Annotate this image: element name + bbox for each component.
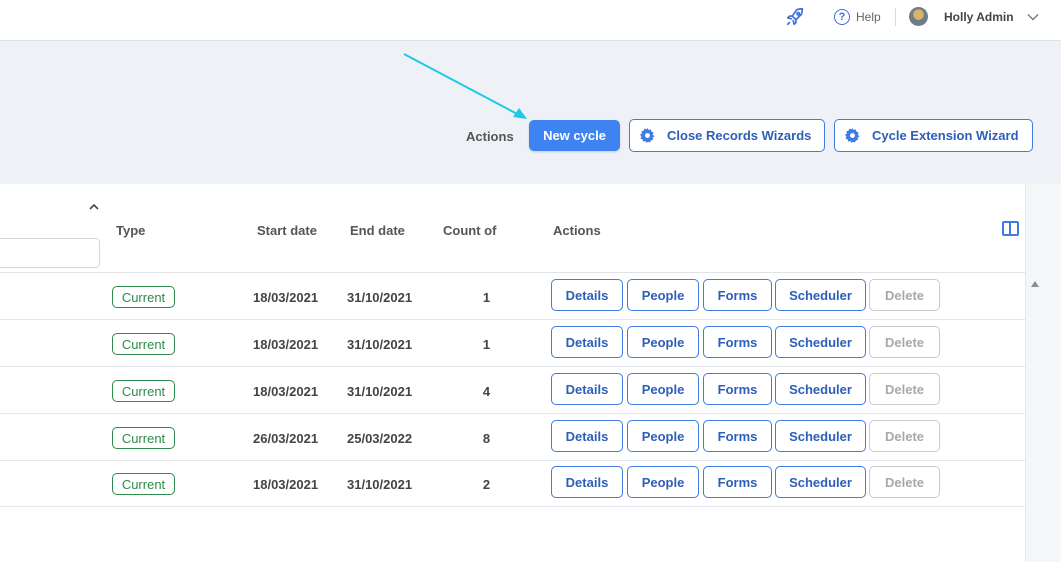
start-date-cell: 18/03/2021 bbox=[253, 384, 319, 399]
annotation-arrow bbox=[403, 53, 527, 119]
rocket-icon[interactable] bbox=[784, 6, 806, 28]
header-end-date[interactable]: End date bbox=[350, 223, 405, 238]
start-date-cell: 18/03/2021 bbox=[253, 337, 319, 352]
user-name[interactable]: Holly Admin bbox=[944, 10, 1014, 24]
actions-label: Actions bbox=[466, 129, 514, 144]
chevron-down-icon[interactable] bbox=[1026, 10, 1040, 24]
scheduler-button[interactable]: Scheduler bbox=[775, 466, 866, 498]
people-button[interactable]: People bbox=[627, 326, 699, 358]
scheduler-button[interactable]: Scheduler bbox=[775, 279, 866, 311]
header-actions: Actions bbox=[553, 223, 601, 238]
top-bar: ? Help Holly Admin bbox=[0, 0, 1061, 41]
count-cell: 1 bbox=[482, 337, 491, 352]
gear-icon bbox=[640, 128, 655, 143]
details-button[interactable]: Details bbox=[551, 326, 623, 358]
end-date-cell: 25/03/2022 bbox=[347, 431, 413, 446]
scroll-up-arrow-icon[interactable] bbox=[1031, 281, 1039, 287]
end-date-cell: 31/10/2021 bbox=[347, 337, 413, 352]
start-date-cell: 18/03/2021 bbox=[253, 290, 319, 305]
details-button[interactable]: Details bbox=[551, 279, 623, 311]
scrollbar[interactable] bbox=[1025, 184, 1061, 562]
help-link[interactable]: ? Help bbox=[834, 8, 881, 26]
forms-button[interactable]: Forms bbox=[703, 326, 772, 358]
delete-button[interactable]: Delete bbox=[869, 466, 940, 498]
table-row: Current 18/03/2021 31/10/2021 1 Details … bbox=[0, 273, 1025, 320]
avatar[interactable] bbox=[909, 7, 928, 26]
status-badge: Current bbox=[112, 427, 175, 449]
delete-button[interactable]: Delete bbox=[869, 373, 940, 405]
details-button[interactable]: Details bbox=[551, 373, 623, 405]
sort-caret-up-icon[interactable] bbox=[88, 202, 100, 212]
forms-button[interactable]: Forms bbox=[703, 420, 772, 452]
table-row: Current 18/03/2021 31/10/2021 4 Details … bbox=[0, 367, 1025, 414]
count-cell: 4 bbox=[482, 384, 491, 399]
column-toggle-icon[interactable] bbox=[1002, 221, 1019, 236]
forms-button[interactable]: Forms bbox=[703, 279, 772, 311]
close-records-wizards-button[interactable]: Close Records Wizards bbox=[629, 119, 825, 152]
people-button[interactable]: People bbox=[627, 279, 699, 311]
people-button[interactable]: People bbox=[627, 420, 699, 452]
cycle-extension-wizard-button[interactable]: Cycle Extension Wizard bbox=[834, 119, 1033, 152]
scheduler-button[interactable]: Scheduler bbox=[775, 326, 866, 358]
forms-button[interactable]: Forms bbox=[703, 373, 772, 405]
table-row: Current 18/03/2021 31/10/2021 2 Details … bbox=[0, 460, 1025, 507]
start-date-cell: 18/03/2021 bbox=[253, 477, 319, 492]
start-date-cell: 26/03/2021 bbox=[253, 431, 319, 446]
delete-button[interactable]: Delete bbox=[869, 326, 940, 358]
divider bbox=[895, 8, 896, 26]
people-button[interactable]: People bbox=[627, 373, 699, 405]
count-cell: 2 bbox=[482, 477, 491, 492]
delete-button[interactable]: Delete bbox=[869, 279, 940, 311]
header-start-date[interactable]: Start date bbox=[257, 223, 317, 238]
new-cycle-button[interactable]: New cycle bbox=[529, 120, 620, 151]
header-count-of[interactable]: Count of bbox=[443, 223, 496, 238]
people-button[interactable]: People bbox=[627, 466, 699, 498]
status-badge: Current bbox=[112, 473, 175, 495]
end-date-cell: 31/10/2021 bbox=[347, 477, 413, 492]
status-badge: Current bbox=[112, 333, 175, 355]
scheduler-button[interactable]: Scheduler bbox=[775, 420, 866, 452]
close-records-wizards-label: Close Records Wizards bbox=[667, 128, 812, 143]
status-badge: Current bbox=[112, 380, 175, 402]
table-row: Current 26/03/2021 25/03/2022 8 Details … bbox=[0, 414, 1025, 461]
scheduler-button[interactable]: Scheduler bbox=[775, 373, 866, 405]
status-badge: Current bbox=[112, 286, 175, 308]
name-filter-input[interactable] bbox=[0, 238, 100, 268]
delete-button[interactable]: Delete bbox=[869, 420, 940, 452]
help-label: Help bbox=[856, 10, 881, 24]
end-date-cell: 31/10/2021 bbox=[347, 384, 413, 399]
gear-icon bbox=[845, 128, 860, 143]
count-cell: 8 bbox=[482, 431, 491, 446]
details-button[interactable]: Details bbox=[551, 420, 623, 452]
end-date-cell: 31/10/2021 bbox=[347, 290, 413, 305]
cycle-extension-wizard-label: Cycle Extension Wizard bbox=[872, 128, 1019, 143]
forms-button[interactable]: Forms bbox=[703, 466, 772, 498]
help-circle-icon: ? bbox=[834, 9, 850, 25]
header-type[interactable]: Type bbox=[116, 223, 145, 238]
table-row: Current 18/03/2021 31/10/2021 1 Details … bbox=[0, 320, 1025, 367]
details-button[interactable]: Details bbox=[551, 466, 623, 498]
count-cell: 1 bbox=[482, 290, 491, 305]
